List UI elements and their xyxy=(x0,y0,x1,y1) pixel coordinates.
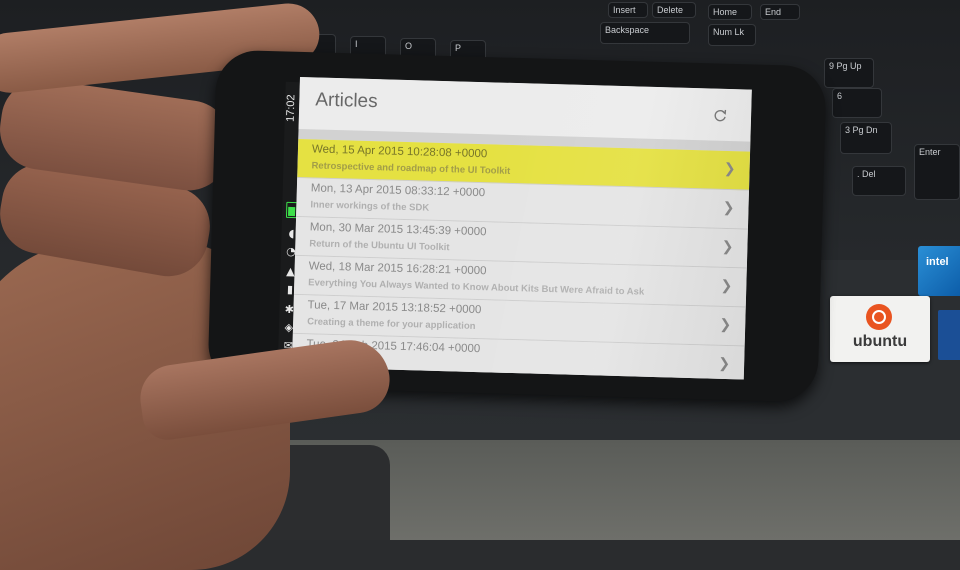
article-title: Everything You Always Wanted to Know Abo… xyxy=(308,277,645,298)
key-9-pgup: 9 Pg Up xyxy=(824,58,874,88)
chevron-right-icon: ❯ xyxy=(718,355,731,373)
key-numlock: Num Lk xyxy=(708,24,756,46)
refresh-icon[interactable] xyxy=(713,109,727,123)
article-title: Retrospective and roadmap of the UI Tool… xyxy=(311,160,511,177)
article-date: Mon, 30 Mar 2015 13:45:39 +0000 xyxy=(309,221,487,239)
app-screen: Articles Wed, 15 Apr 2015 10:28:08 +0000… xyxy=(291,77,752,380)
key-insert: Insert xyxy=(608,2,648,18)
key-delete: Delete xyxy=(652,2,696,18)
chevron-right-icon: ❯ xyxy=(723,160,736,178)
article-date: Wed, 18 Mar 2015 16:28:21 +0000 xyxy=(308,260,487,278)
chevron-right-icon: ❯ xyxy=(722,199,735,217)
article-title: Inner workings of the SDK xyxy=(310,199,430,214)
article-title: Return of the Ubuntu UI Toolkit xyxy=(309,238,450,254)
article-date: Wed, 15 Apr 2015 10:28:08 +0000 xyxy=(311,143,488,161)
chevron-right-icon: ❯ xyxy=(719,316,732,334)
page-title: Articles xyxy=(315,89,378,113)
ubuntu-sticker-label: ubuntu xyxy=(852,333,908,350)
article-title: Creating a theme for your application xyxy=(307,316,476,332)
key-home: Home xyxy=(708,4,752,20)
article-date: Mon, 13 Apr 2015 08:33:12 +0000 xyxy=(310,182,486,200)
intel-sticker-label: intel xyxy=(926,256,949,268)
key-del: . Del xyxy=(852,166,906,196)
ubuntu-logo-icon xyxy=(866,304,892,330)
chevron-right-icon: ❯ xyxy=(721,238,734,256)
intel-sticker-secondary xyxy=(938,310,960,360)
article-date: Tue, 17 Mar 2015 13:18:52 +0000 xyxy=(307,299,482,317)
key-enter: Enter xyxy=(914,144,960,200)
key-backspace: Backspace xyxy=(600,22,690,44)
key-3-pgdn: 3 Pg Dn xyxy=(840,122,892,154)
key-6: 6 xyxy=(832,88,882,118)
key-end: End xyxy=(760,4,800,20)
intel-sticker: intel xyxy=(918,246,960,296)
ubuntu-sticker: ubuntu xyxy=(830,296,930,362)
chevron-right-icon: ❯ xyxy=(720,277,733,295)
